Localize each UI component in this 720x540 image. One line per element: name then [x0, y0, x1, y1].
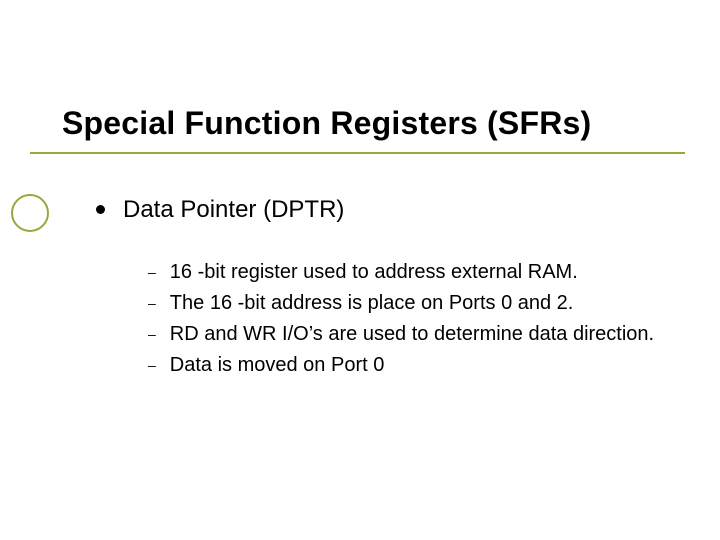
disc-bullet-icon: [96, 205, 105, 214]
accent-circle-icon: [11, 194, 49, 232]
content-area: Data Pointer (DPTR) – 16 -bit register u…: [96, 195, 666, 383]
list-item-text: RD and WR I/O’s are used to determine da…: [170, 321, 654, 347]
topic-label: Data Pointer (DPTR): [123, 195, 344, 225]
sub-bullet-list: – 16 -bit register used to address exter…: [148, 259, 666, 378]
slide: Special Function Registers (SFRs) Data P…: [0, 0, 720, 540]
list-item: – Data is moved on Port 0: [148, 352, 666, 378]
list-item: – The 16 -bit address is place on Ports …: [148, 290, 666, 316]
dash-bullet-icon: –: [148, 259, 156, 285]
bullet-level1: Data Pointer (DPTR): [96, 195, 666, 225]
title-underline: [30, 152, 685, 154]
dash-bullet-icon: –: [148, 321, 156, 347]
list-item-text: The 16 -bit address is place on Ports 0 …: [170, 290, 574, 316]
slide-title: Special Function Registers (SFRs): [62, 105, 591, 142]
list-item-text: Data is moved on Port 0: [170, 352, 385, 378]
dash-bullet-icon: –: [148, 290, 156, 316]
list-item-text: 16 -bit register used to address externa…: [170, 259, 578, 285]
list-item: – RD and WR I/O’s are used to determine …: [148, 321, 666, 347]
list-item: – 16 -bit register used to address exter…: [148, 259, 666, 285]
dash-bullet-icon: –: [148, 352, 156, 378]
